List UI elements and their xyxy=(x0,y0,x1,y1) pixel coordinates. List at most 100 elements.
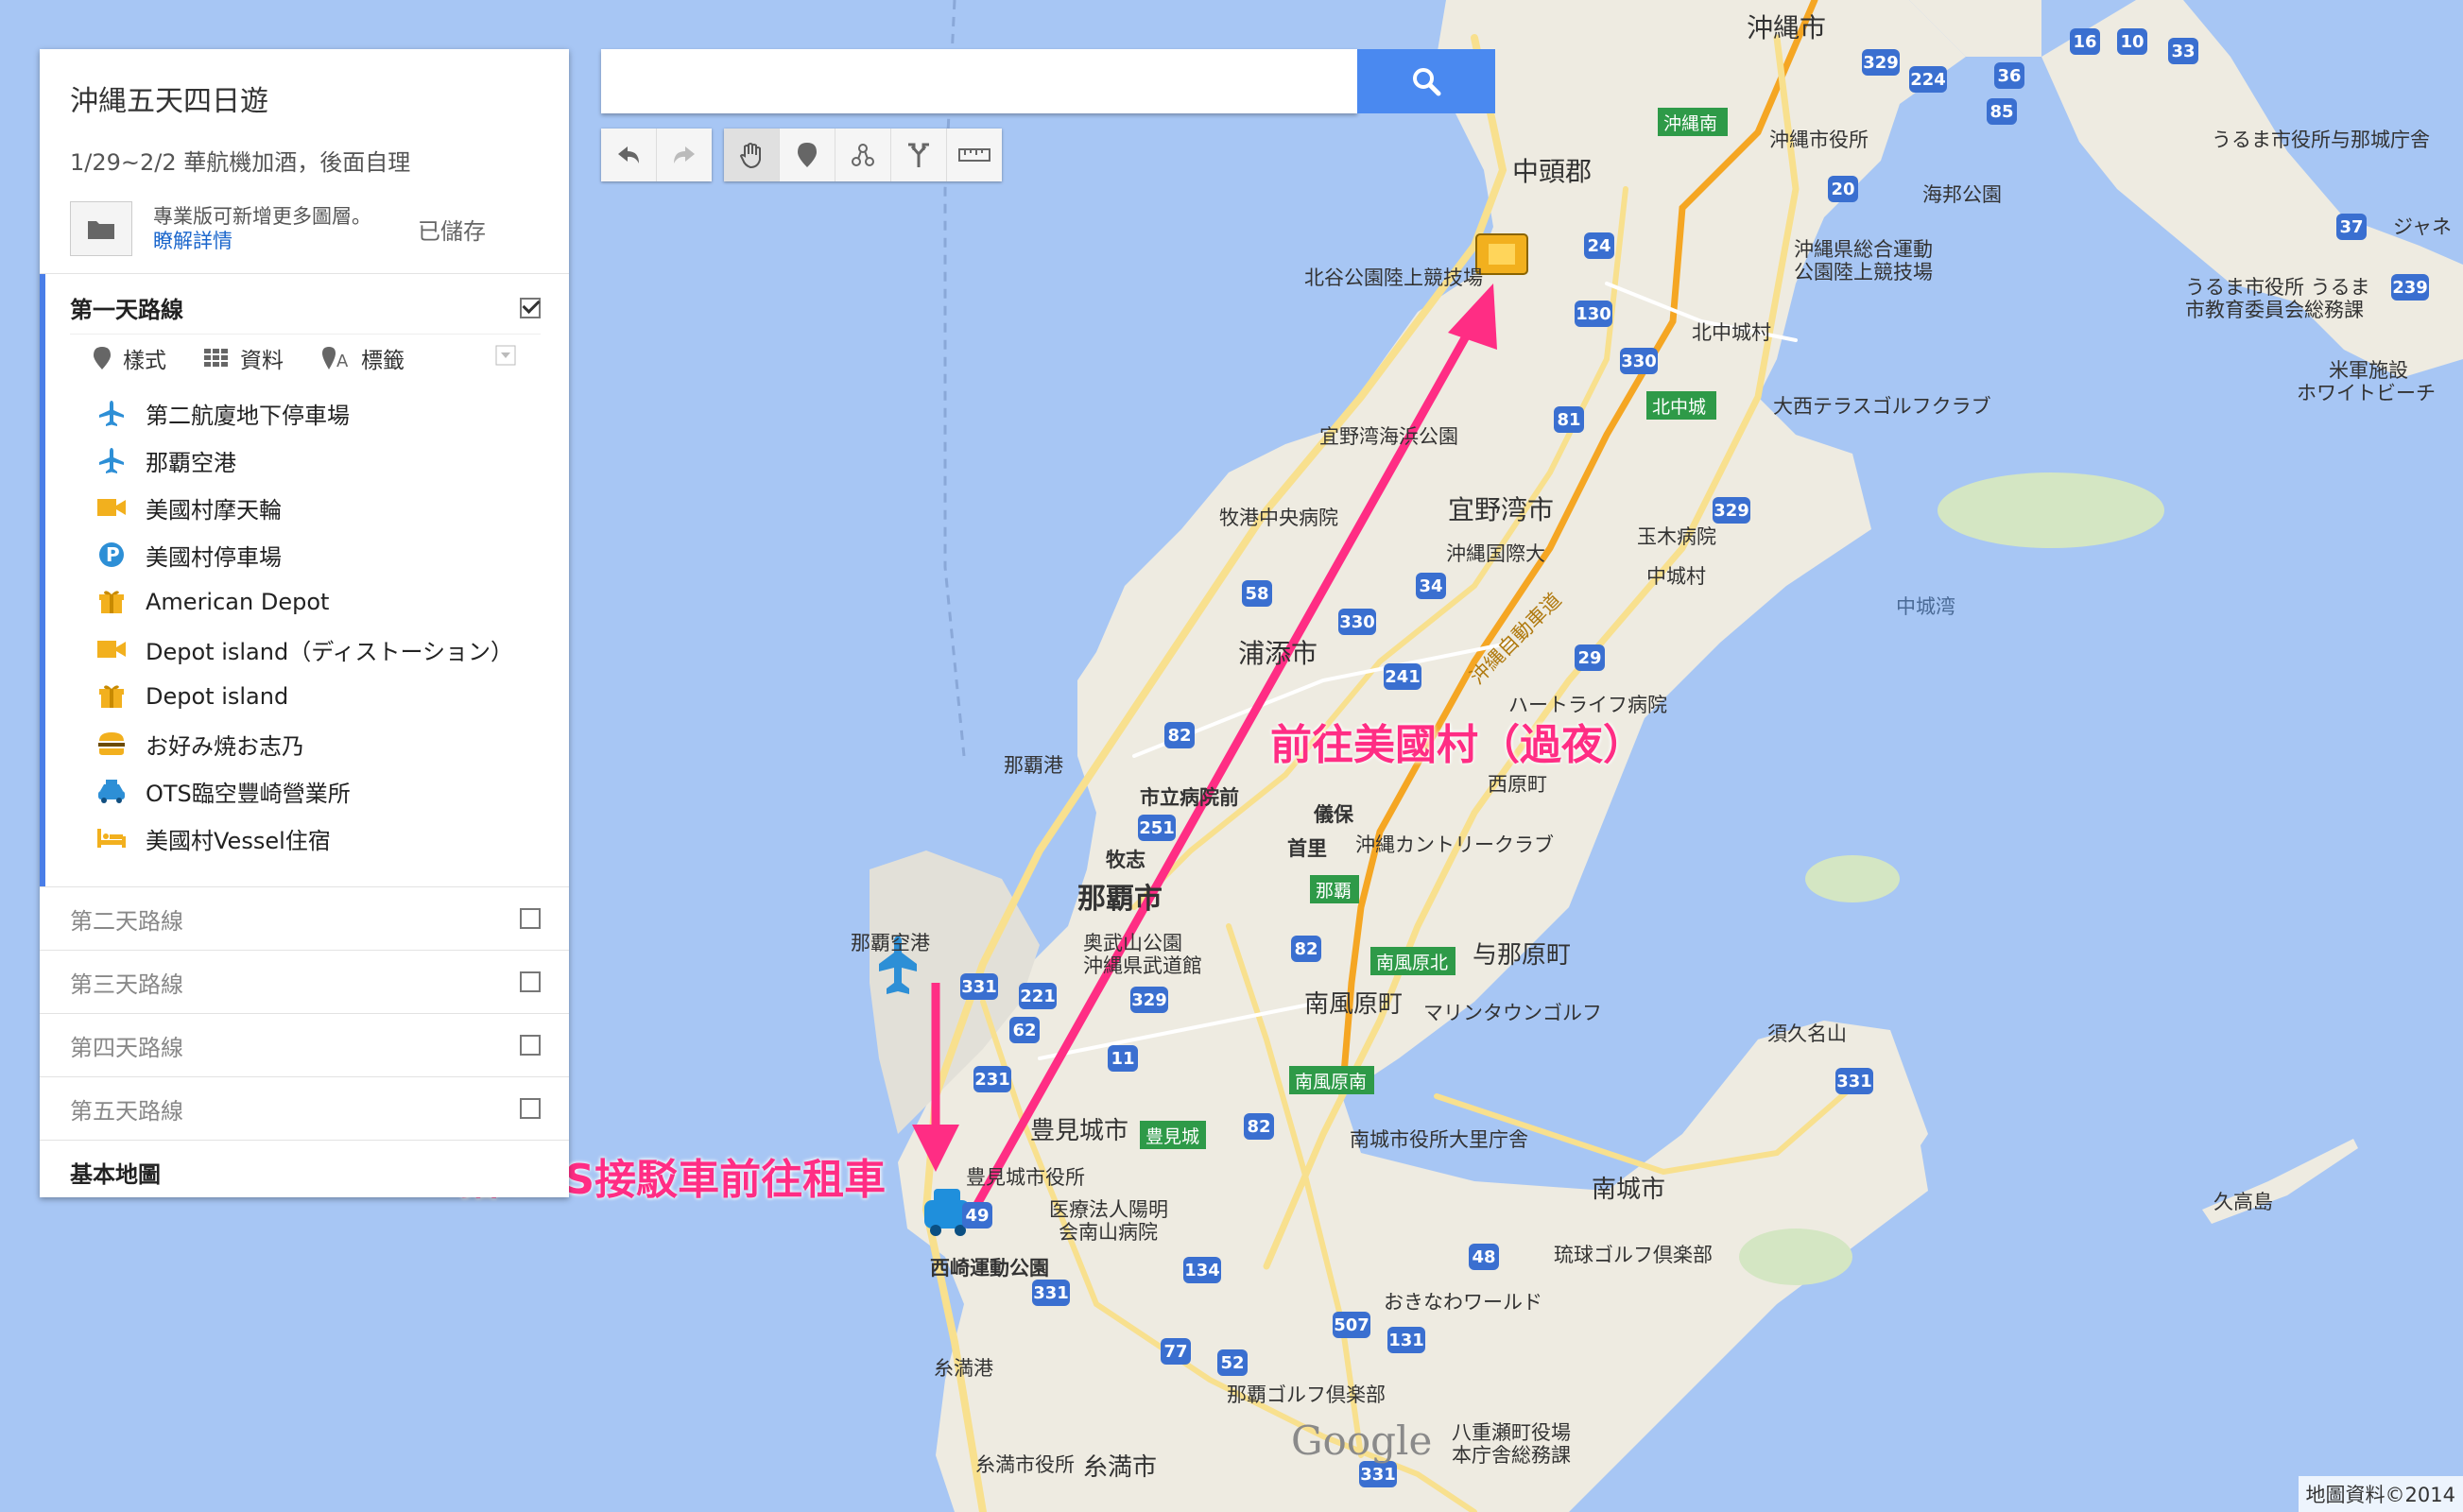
learn-more-link[interactable]: 瞭解詳情 xyxy=(153,229,408,253)
route-shield: 16 xyxy=(2070,28,2100,55)
svg-text:82: 82 xyxy=(1294,939,1318,959)
base-map-section[interactable]: 基本地圖 xyxy=(40,1140,569,1203)
parking-icon: P xyxy=(99,542,124,567)
map-label: おきなわワールド xyxy=(1384,1291,1542,1314)
layer-tools: 樣式 資料 A 標籤 xyxy=(70,334,541,386)
list-item[interactable]: お好み焼お志乃 xyxy=(93,720,569,767)
gift-icon xyxy=(99,591,124,613)
layer-day5[interactable]: 第五天路線 xyxy=(40,1076,569,1140)
route-shield: 52 xyxy=(1217,1349,1248,1376)
list-item[interactable]: 美國村Vessel住宿 xyxy=(93,815,569,862)
map-title[interactable]: 沖縄五天四日遊 xyxy=(70,77,539,119)
data-button[interactable]: 資料 xyxy=(204,342,284,374)
map-label: 宜野湾海浜公園 xyxy=(1319,425,1458,448)
route-shield: 331 xyxy=(1359,1461,1397,1487)
data-label: 資料 xyxy=(240,349,284,373)
map-label: 会南山病院 xyxy=(1059,1221,1158,1244)
layer-visibility-checkbox[interactable] xyxy=(520,1035,541,1056)
route-shield: 24 xyxy=(1584,232,1614,259)
style-marker-icon xyxy=(94,347,111,369)
search-button[interactable] xyxy=(1357,49,1495,113)
map-label: 沖縄市役所 xyxy=(1769,129,1869,151)
base-map-label: 基本地圖 xyxy=(70,1160,161,1188)
layer-day2[interactable]: 第二天路線 xyxy=(40,886,569,950)
svg-text:134: 134 xyxy=(1184,1261,1220,1280)
list-item[interactable]: 第二航廈地下停車場 xyxy=(93,389,569,437)
video-camera-icon xyxy=(97,641,126,658)
layer-day3[interactable]: 第三天路線 xyxy=(40,950,569,1013)
svg-text:82: 82 xyxy=(1167,726,1191,746)
hotel-bed-icon xyxy=(97,829,126,848)
layer-visibility-checkbox[interactable] xyxy=(520,297,541,318)
map-label: 与那原町 xyxy=(1473,941,1572,970)
list-item[interactable]: Depot island（ディストーション） xyxy=(93,626,569,673)
gift-icon xyxy=(99,685,124,708)
map-label: 豊見城市 xyxy=(1030,1117,1129,1145)
pan-tool-button[interactable] xyxy=(724,129,780,181)
svg-text:P: P xyxy=(106,543,120,566)
video-camera-icon xyxy=(97,499,126,516)
route-shield: 239 xyxy=(2391,274,2429,301)
svg-text:24: 24 xyxy=(1587,236,1610,256)
layer-name: 第四天路線 xyxy=(70,1034,183,1061)
route-shield: 20 xyxy=(1828,176,1858,202)
svg-text:85: 85 xyxy=(1989,102,2013,122)
list-item[interactable]: 美國村摩天輪 xyxy=(93,484,569,531)
svg-text:331: 331 xyxy=(1836,1072,1872,1091)
list-item[interactable]: 那覇空港 xyxy=(93,437,569,484)
undo-button[interactable] xyxy=(601,129,657,181)
layer-visibility-checkbox[interactable] xyxy=(520,908,541,929)
google-logo: Google xyxy=(1291,1418,1433,1464)
folder-button[interactable] xyxy=(70,201,132,256)
svg-text:48: 48 xyxy=(1472,1247,1495,1267)
svg-text:224: 224 xyxy=(1910,70,1946,90)
add-marker-button[interactable] xyxy=(780,129,835,181)
ic-label: 南風原北 xyxy=(1376,953,1449,973)
search-box[interactable] xyxy=(601,49,1357,113)
taxi-icon xyxy=(98,780,125,803)
draw-line-button[interactable] xyxy=(835,129,891,181)
layer-day4[interactable]: 第四天路線 xyxy=(40,1013,569,1076)
route-shield: 331 xyxy=(1835,1068,1873,1094)
map-label: 沖縄国際大 xyxy=(1446,542,1545,565)
svg-text:77: 77 xyxy=(1163,1342,1187,1362)
route-shield: 330 xyxy=(1338,609,1376,635)
svg-text:82: 82 xyxy=(1247,1117,1270,1137)
list-item[interactable]: American Depot xyxy=(93,578,569,626)
map-label: 宜野湾市 xyxy=(1448,494,1555,525)
map-label: 那覇港 xyxy=(1004,754,1063,777)
route-shield: 37 xyxy=(2336,214,2367,240)
map-label: 沖縄カントリークラブ xyxy=(1355,833,1554,856)
label-button[interactable]: A 標籤 xyxy=(321,342,405,374)
ic-label: 那覇 xyxy=(1316,881,1352,902)
svg-text:29: 29 xyxy=(1577,648,1601,668)
pro-notice-text: 專業版可新增更多圖層。 xyxy=(153,205,371,228)
map-header: 沖縄五天四日遊 1/29~2/2 華航機加酒，後面自理 專業版可新增更多圖層。 … xyxy=(40,49,569,274)
folder-icon xyxy=(88,221,114,239)
map-copyright[interactable]: 地圖資料©2014 xyxy=(2298,1476,2463,1512)
svg-text:10: 10 xyxy=(2120,32,2144,52)
route-shield: 329 xyxy=(1713,497,1750,524)
svg-text:81: 81 xyxy=(1557,410,1580,430)
search-input[interactable] xyxy=(601,49,1357,113)
layer-day1: 第一天路線 樣式 資料 A 標籤 第二航廈地下停車場 那覇空港 美國村摩天輪 P美… xyxy=(40,274,569,886)
svg-text:239: 239 xyxy=(2392,278,2428,298)
layer-options-dropdown[interactable] xyxy=(495,345,516,371)
list-item[interactable]: Depot island xyxy=(93,673,569,720)
saved-status: 已儲存 xyxy=(418,217,486,245)
map-label: 南城市役所大里庁舎 xyxy=(1350,1128,1528,1151)
layer-name[interactable]: 第一天路線 xyxy=(70,291,183,324)
map-description[interactable]: 1/29~2/2 華航機加酒，後面自理 xyxy=(70,144,539,177)
layer-visibility-checkbox[interactable] xyxy=(520,1098,541,1119)
directions-button[interactable] xyxy=(891,129,947,181)
list-item[interactable]: OTS臨空豐崎營業所 xyxy=(93,767,569,815)
route-shield: 331 xyxy=(1032,1280,1070,1306)
redo-button[interactable] xyxy=(657,129,712,181)
layer-visibility-checkbox[interactable] xyxy=(520,971,541,992)
map-label: 中城湾 xyxy=(1896,595,1955,618)
ruler-button[interactable] xyxy=(947,129,1002,181)
draw-line-icon xyxy=(852,144,874,166)
list-item[interactable]: P 美國村停車場 xyxy=(93,531,569,578)
american-village-marker[interactable] xyxy=(1475,233,1528,275)
style-button[interactable]: 樣式 xyxy=(93,342,166,374)
